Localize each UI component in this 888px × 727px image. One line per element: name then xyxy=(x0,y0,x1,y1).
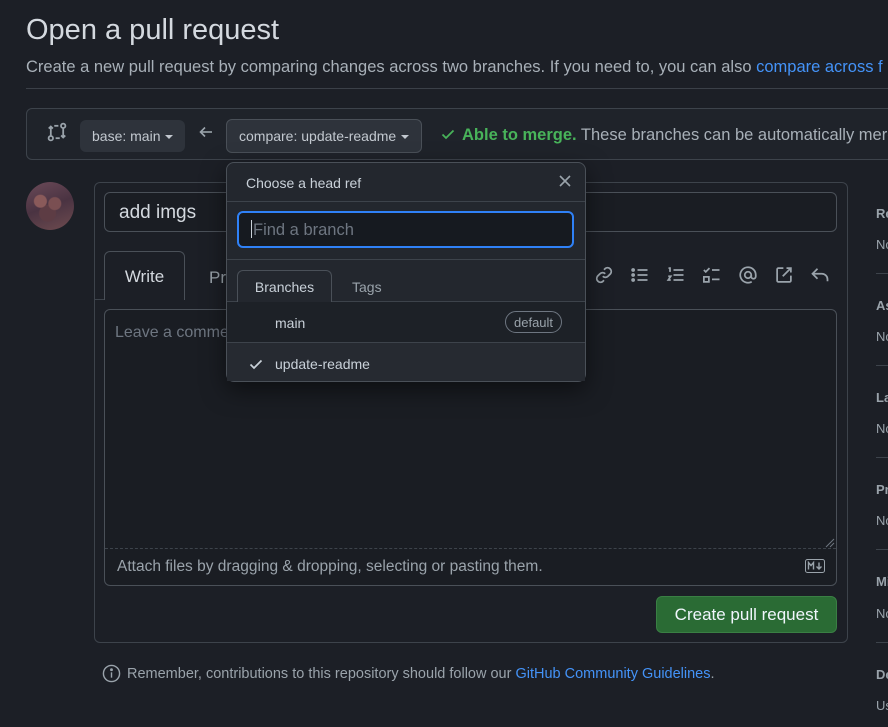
page-subtitle: Create a new pull request by comparing c… xyxy=(26,58,883,77)
branch-search-input[interactable]: Find a branch xyxy=(237,211,574,248)
caret-down-icon xyxy=(165,135,174,139)
subtitle-text: Create a new pull request by comparing c… xyxy=(26,58,757,76)
markdown-toolbar xyxy=(592,263,832,287)
sidebar-divider xyxy=(876,642,888,643)
sidebar-divider xyxy=(876,457,888,458)
avatar[interactable] xyxy=(26,182,74,230)
tab-preview[interactable]: Pr xyxy=(209,268,226,288)
merge-status-label: Able to merge. xyxy=(462,126,577,144)
guidelines-note: Remember, contributions to this reposito… xyxy=(102,664,715,683)
create-pull-request-button[interactable]: Create pull request xyxy=(656,596,837,633)
sidebar-reviewers-value: No xyxy=(876,237,888,252)
popover-divider xyxy=(227,259,585,260)
check-icon xyxy=(248,356,264,377)
sidebar-projects-label[interactable]: Pr xyxy=(876,482,888,497)
attach-files-hint[interactable]: Attach files by dragging & dropping, sel… xyxy=(117,558,543,576)
sidebar-development-value: Us xyxy=(876,698,888,713)
popover-divider xyxy=(227,201,585,202)
tab-tags[interactable]: Tags xyxy=(352,279,382,295)
header-divider xyxy=(26,88,888,89)
sidebar-assignees-label[interactable]: As xyxy=(876,298,888,313)
compare-branch-label: compare: update-readme xyxy=(239,128,397,144)
default-badge: default xyxy=(505,311,563,333)
task-list-icon[interactable] xyxy=(700,263,724,287)
sidebar-milestone-value: No xyxy=(876,606,888,621)
mention-icon[interactable] xyxy=(736,263,760,287)
page-title: Open a pull request xyxy=(26,14,280,46)
caret-down-icon xyxy=(401,135,410,139)
guidelines-tail: . xyxy=(710,665,715,682)
compare-branch-button[interactable]: compare: update-readme xyxy=(226,119,423,153)
numbered-list-icon[interactable] xyxy=(664,263,688,287)
markdown-icon[interactable] xyxy=(805,559,825,578)
sidebar-reviewers-label[interactable]: Re xyxy=(876,206,888,221)
sidebar-milestone-label[interactable]: Mi xyxy=(876,574,888,589)
branch-search-placeholder: Find a branch xyxy=(253,221,354,239)
tab-branches[interactable]: Branches xyxy=(237,270,332,302)
compare-arrows-icon xyxy=(46,121,68,143)
text-cursor xyxy=(251,220,252,238)
popover-title: Choose a head ref xyxy=(246,175,362,191)
compare-across-forks-link[interactable]: compare across f xyxy=(756,58,883,76)
sidebar-divider xyxy=(876,549,888,550)
sidebar-labels-label[interactable]: La xyxy=(876,390,888,405)
sidebar-development-label[interactable]: De xyxy=(876,667,888,682)
sidebar-assignees-value: No xyxy=(876,329,888,344)
close-icon[interactable] xyxy=(557,173,573,194)
info-icon xyxy=(102,664,121,683)
base-branch-label: base: main xyxy=(92,128,161,144)
branch-name: update-readme xyxy=(275,356,370,372)
reply-icon[interactable] xyxy=(808,263,832,287)
resize-handle-icon[interactable] xyxy=(823,535,835,553)
merge-status: Able to merge. These branches can be aut… xyxy=(440,126,888,145)
attach-divider xyxy=(105,548,836,549)
tab-divider xyxy=(94,299,104,300)
comment-placeholder: Leave a comme xyxy=(115,324,229,341)
community-guidelines-link[interactable]: GitHub Community Guidelines xyxy=(515,666,710,682)
reference-icon[interactable] xyxy=(772,263,796,287)
branch-name: main xyxy=(275,315,306,331)
sidebar-divider xyxy=(876,273,888,274)
arrow-left-icon xyxy=(198,124,214,145)
link-icon[interactable] xyxy=(592,263,616,287)
tab-write[interactable]: Write xyxy=(104,251,185,300)
sidebar-projects-value: No xyxy=(876,513,888,528)
base-branch-button[interactable]: base: main xyxy=(80,120,186,152)
guidelines-text: Remember, contributions to this reposito… xyxy=(127,665,516,682)
bullet-list-icon[interactable] xyxy=(628,263,652,287)
sidebar-divider xyxy=(876,365,888,366)
merge-status-message: These branches can be automatically merg xyxy=(576,126,888,144)
sidebar-labels-value: No xyxy=(876,421,888,436)
check-icon xyxy=(441,129,455,140)
